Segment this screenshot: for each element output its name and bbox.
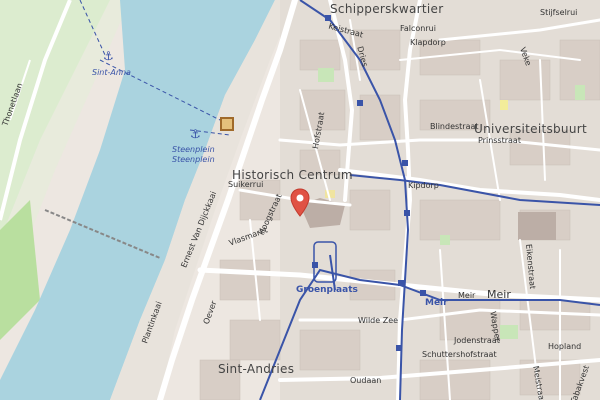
map-canvas[interactable]: ⚓ ⚓ Schipperskwartier Universiteitsbuurt…	[0, 0, 600, 400]
ferry-icon: ⚓	[103, 49, 114, 63]
location-marker-icon[interactable]	[290, 188, 310, 218]
ferry-icon-2: ⚓	[190, 127, 201, 141]
large-building	[518, 212, 556, 240]
